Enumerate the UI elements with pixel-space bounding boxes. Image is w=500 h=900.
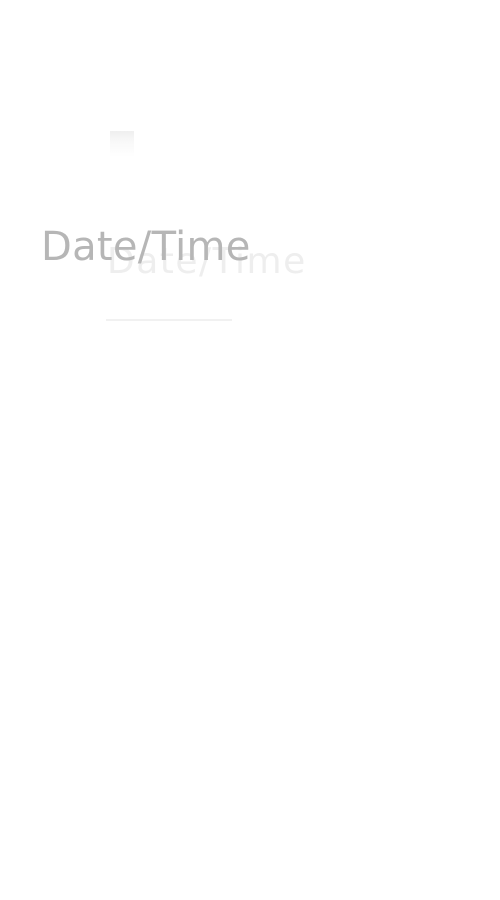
top-marker bbox=[110, 131, 134, 157]
date-time-label: Date/Time bbox=[41, 224, 251, 270]
date-time-divider bbox=[106, 319, 232, 321]
date-time-field[interactable]: Date/Time Date/Time bbox=[41, 221, 305, 331]
app-screen: Date/Time Date/Time bbox=[0, 0, 500, 900]
